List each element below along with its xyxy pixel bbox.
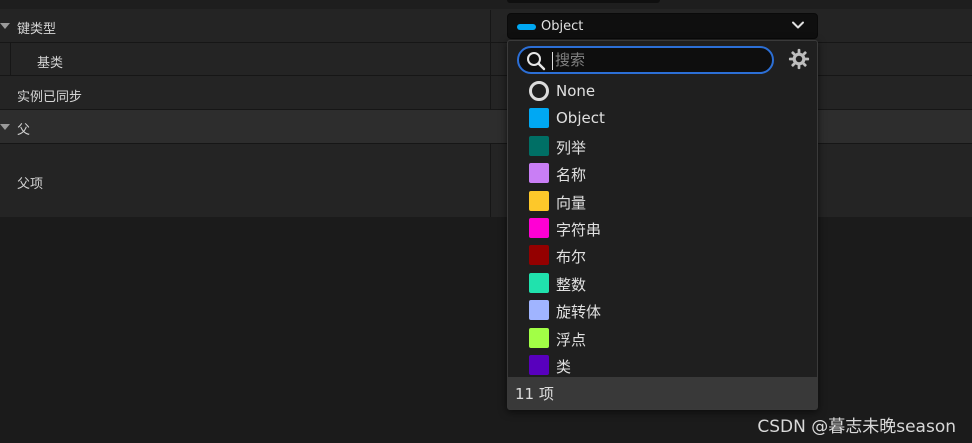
list-item-label: None: [556, 82, 596, 100]
list-item-label: 浮点: [556, 330, 587, 349]
search-icon: [527, 52, 546, 71]
list-item-label: 列举: [556, 138, 587, 157]
base-class-label: 基类: [37, 56, 64, 71]
indent-guide: [10, 43, 11, 75]
list-item-object[interactable]: Object: [508, 105, 817, 132]
top-strip: [0, 0, 972, 9]
list-item-label: Object: [556, 109, 605, 128]
item-count: 11 项: [515, 385, 554, 403]
parent-category-row[interactable]: 父: [0, 110, 972, 144]
color-swatch-icon: [529, 245, 549, 266]
color-swatch-icon: [529, 190, 549, 211]
collapse-arrow-icon[interactable]: [0, 124, 10, 130]
list-item-enum[interactable]: 列举: [508, 133, 817, 160]
column-divider: [490, 76, 491, 109]
list-item-string[interactable]: 字符串: [508, 215, 817, 242]
key-type-label: 键类型: [17, 22, 57, 37]
list-item-label: 字符串: [556, 220, 602, 239]
object-type-pill-icon: [517, 24, 536, 30]
search-box[interactable]: [517, 46, 774, 74]
color-swatch-icon: [529, 300, 549, 321]
list-item-boolean[interactable]: 布尔: [508, 242, 817, 269]
column-divider: [490, 144, 491, 217]
watermark: CSDN @暮志未晚season: [757, 417, 956, 437]
parent-item-row: 父项: [0, 144, 972, 217]
dropdown-selected-value: Object: [541, 19, 584, 34]
parent-category-label: 父: [17, 123, 31, 138]
details-panel: 键类型 基类 实例已同步 父 父项: [0, 0, 972, 217]
list-item-none[interactable]: None: [508, 78, 817, 105]
color-swatch-icon: [529, 217, 549, 238]
color-swatch-icon: [529, 163, 549, 184]
list-item-label: 整数: [556, 275, 587, 294]
list-item-float[interactable]: 浮点: [508, 325, 817, 352]
replicated-label: 实例已同步: [17, 90, 83, 105]
list-item-label: 旋转体: [556, 303, 602, 322]
expand-arrow-icon[interactable]: [0, 23, 10, 29]
type-picker-popup: None Object 列举 名称 向量 字符串 布尔 整数: [507, 40, 818, 410]
color-swatch-icon: [529, 272, 549, 293]
key-type-dropdown[interactable]: Object: [507, 13, 818, 39]
text-caret: [552, 52, 553, 70]
column-divider: [490, 10, 491, 42]
key-type-row: 键类型: [0, 10, 972, 43]
list-item-integer[interactable]: 整数: [508, 270, 817, 297]
base-class-row: 基类: [0, 43, 972, 76]
list-item-class[interactable]: 类: [508, 352, 817, 379]
replicated-row: 实例已同步: [0, 76, 972, 110]
list-item-name[interactable]: 名称: [508, 160, 817, 187]
list-item-label: 向量: [556, 193, 587, 212]
top-field-edge: [507, 0, 660, 3]
color-swatch-icon: [529, 354, 549, 375]
list-item-rotator[interactable]: 旋转体: [508, 297, 817, 324]
item-count-bar: 11 项: [508, 377, 817, 409]
none-ring-icon: [529, 81, 549, 101]
parent-item-label: 父项: [17, 177, 44, 192]
chevron-down-icon[interactable]: [791, 18, 805, 32]
column-divider: [490, 43, 491, 75]
gear-icon[interactable]: [788, 48, 810, 70]
search-input[interactable]: [555, 49, 755, 71]
list-item-vector[interactable]: 向量: [508, 188, 817, 215]
list-item-label: 布尔: [556, 248, 587, 267]
list-item-label: 名称: [556, 166, 587, 185]
color-swatch-icon: [529, 327, 549, 348]
color-swatch-icon: [529, 108, 549, 129]
list-item-label: 类: [556, 357, 572, 376]
color-swatch-icon: [529, 135, 549, 156]
type-list: None Object 列举 名称 向量 字符串 布尔 整数 旋转体 浮点 类: [508, 78, 817, 379]
